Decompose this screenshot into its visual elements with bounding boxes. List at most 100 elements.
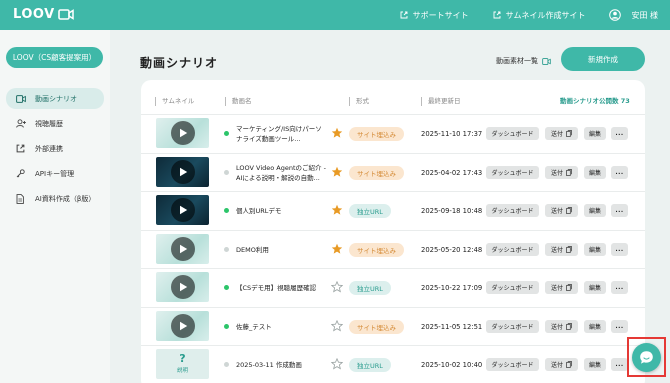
star-filled-icon[interactable] [331,243,343,255]
video-thumbnail[interactable]: ? 説明 [156,349,209,379]
edit-button-label: 編集 [588,131,601,138]
table-row[interactable]: マーケティング/IS向けパーソナライズ動画ツール... サイト埋込み 2025-11… [141,114,645,152]
star-outline-icon[interactable] [331,281,343,293]
dashboard-button-label: ダッシュボード [491,285,534,292]
more-menu-button[interactable]: ... [611,165,628,179]
user-menu[interactable]: 安田 様 [609,9,658,21]
dashboard-button-label: ダッシュボード [491,169,534,177]
star-outline-icon[interactable] [331,358,343,370]
external-link-icon [400,11,408,19]
video-name[interactable]: DEMO利用 [236,231,328,269]
format-badge: 独立URL [349,358,391,372]
more-menu-button[interactable]: ... [611,204,628,217]
edit-button-label: 編集 [588,208,601,215]
more-menu-button-label: ... [615,361,624,368]
video-thumbnail[interactable] [156,310,209,341]
dashboard-button[interactable]: ダッシュボード [486,281,539,294]
dashboard-button-label: ダッシュボード [491,208,534,215]
format-badge: サイト埋込み [349,319,404,334]
publish-status-dot [224,169,229,175]
asset-list-link[interactable]: 動画素材一覧 [496,56,551,66]
video-name[interactable]: マーケティング/IS向けパーソナライズ動画ツール... [236,115,328,153]
column-header-format: 形式 [349,95,369,106]
dashboard-button[interactable]: ダッシュボード [486,127,539,140]
more-menu-button-label: ... [615,284,624,291]
video-camera-icon [542,57,551,65]
sidebar-item-video-scenario[interactable]: 動画シナリオ [6,88,104,109]
edit-button[interactable]: 編集 [584,165,606,179]
dashboard-button[interactable]: ダッシュボード [486,319,539,333]
more-menu-button-label: ... [615,322,624,330]
table-row[interactable]: 【CSデモ用】視聴履歴確認 独立URL 2025-10-22 17:09 ダッシュボー… [141,268,645,306]
send-button-label: 送付 [550,323,563,331]
sidebar-item-integrations[interactable]: 外部連携 [6,138,104,159]
column-header-updated: 最終更新日 [421,95,461,106]
video-camera-icon [57,9,74,20]
send-button-label: 送付 [550,169,563,177]
table-row[interactable]: 個人別URLデモ 独立URL 2025-09-18 10:48 ダッシュボード 送付 編集… [141,191,645,229]
star-filled-icon[interactable] [331,166,343,178]
dashboard-button[interactable]: ダッシュボード [486,204,539,217]
dashboard-button-label: ダッシュボード [491,362,534,369]
edit-button[interactable]: 編集 [584,127,606,140]
sidebar-item-label: 動画シナリオ [35,94,77,103]
video-thumbnail[interactable] [156,118,209,148]
video-thumbnail[interactable] [156,233,209,264]
send-button[interactable]: 送付 [545,127,578,140]
sidebar-item-view-history[interactable]: 視聴履歴 [6,113,104,134]
dashboard-button[interactable]: ダッシュボード [486,242,539,256]
sidebar-item-label: 外部連携 [35,144,63,153]
edit-button[interactable]: 編集 [584,204,606,217]
sidebar-item-api-keys[interactable]: APIキー管理 [6,163,104,184]
send-button[interactable]: 送付 [545,281,578,294]
edit-button[interactable]: 編集 [584,242,606,256]
publish-status-dot [224,285,229,290]
video-thumbnail[interactable] [156,156,209,187]
edit-button-label: 編集 [588,246,601,254]
external-link-icon [493,11,501,19]
send-button[interactable]: 送付 [545,204,578,217]
last-updated: 2025-09-18 10:48 [421,207,483,215]
table-row[interactable]: ? 説明 2025-03-11 作成動画 独立URL 2025-10-02 10:40 ダ… [141,345,645,383]
table-row[interactable]: 佐藤_テスト サイト埋込み 2025-11-05 12:51 ダッシュボード 送付 編集.… [141,306,645,346]
video-thumbnail[interactable] [156,195,209,225]
more-menu-button[interactable]: ... [611,127,628,140]
video-name[interactable]: 佐藤_テスト [236,308,328,346]
table-row[interactable]: DEMO利用 サイト埋込み 2025-05-20 12:48 ダッシュボード 送付 編集.… [141,229,645,269]
copy-icon [566,245,572,253]
copy-icon [566,130,572,137]
last-updated: 2025-10-22 17:09 [421,284,483,292]
sidebar-item-ai-documents[interactable]: AI資料作成（β版） [6,188,104,209]
edit-button[interactable]: 編集 [584,319,606,333]
new-scenario-button[interactable]: 新規作成 [561,47,645,71]
star-filled-icon[interactable] [331,127,343,139]
star-outline-icon[interactable] [331,319,343,332]
support-site-link[interactable]: サポートサイト [400,10,469,21]
table-row[interactable]: LOOV Video Agentのご紹介 - AIによる説明・解説の自動... サ… [141,152,645,192]
send-button[interactable]: 送付 [545,165,578,179]
video-thumbnail[interactable] [156,272,209,302]
send-button[interactable]: 送付 [545,319,578,333]
edit-button[interactable]: 編集 [584,358,606,371]
loov-logo[interactable]: LOOV [13,7,74,22]
more-menu-button[interactable]: ... [611,319,628,333]
video-name[interactable]: 個人別URLデモ [236,192,328,230]
dashboard-button[interactable]: ダッシュボード [486,358,539,371]
dashboard-button[interactable]: ダッシュボード [486,165,539,179]
video-name[interactable]: LOOV Video Agentのご紹介 - AIによる説明・解説の自動... [236,154,328,192]
edit-button[interactable]: 編集 [584,281,606,294]
chat-button[interactable] [632,342,661,372]
account-switch-button[interactable]: LOOV（CS顧客提案用） [6,47,103,68]
send-button[interactable]: 送付 [545,358,578,371]
video-name[interactable]: 2025-03-11 作成動画 [236,346,328,383]
send-button[interactable]: 送付 [545,242,578,256]
star-filled-icon[interactable] [331,204,343,216]
video-name[interactable]: 【CSデモ用】視聴履歴確認 [236,269,328,307]
more-menu-button[interactable]: ... [611,281,628,294]
more-menu-button[interactable]: ... [611,358,628,371]
more-menu-button[interactable]: ... [611,242,628,256]
thumbnail-placeholder-caption: 説明 [176,368,188,374]
thumbnail-site-link[interactable]: サムネイル作成サイト [493,10,585,21]
document-icon [16,193,30,204]
play-icon [171,159,195,184]
